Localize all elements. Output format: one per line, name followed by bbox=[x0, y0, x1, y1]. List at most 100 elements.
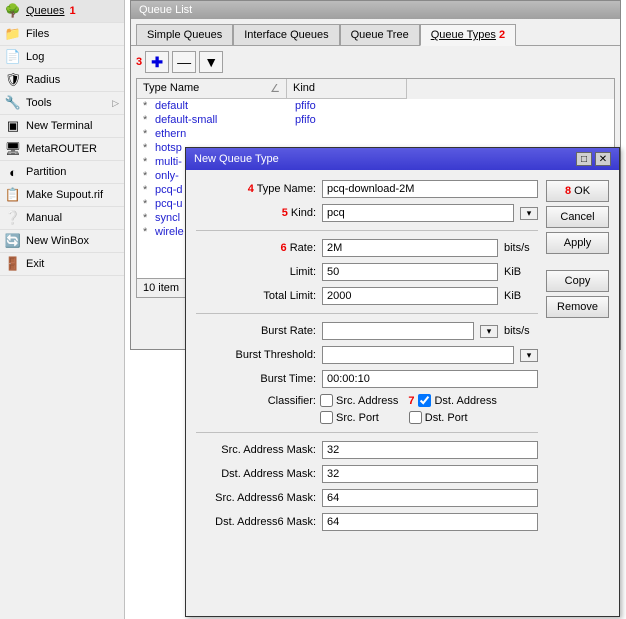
col-type-name[interactable]: Type Name∠ bbox=[137, 79, 287, 99]
help-icon: ❔ bbox=[5, 210, 21, 226]
table-row[interactable]: *defaultpfifo bbox=[137, 99, 614, 113]
dst6-mask-input[interactable] bbox=[322, 513, 538, 531]
src-mask-input[interactable] bbox=[322, 441, 538, 459]
plus-icon: ✚ bbox=[151, 54, 163, 71]
tab-interface-queues[interactable]: Interface Queues bbox=[233, 24, 339, 45]
table-row[interactable]: *default-smallpfifo bbox=[137, 113, 614, 127]
limit-unit: KiB bbox=[504, 266, 538, 278]
form: 4 Type Name: 5 Kind: ▾ 6 Rate: bits/s Li… bbox=[196, 180, 538, 537]
close-button[interactable]: ✕ bbox=[595, 152, 611, 166]
type-name-input[interactable] bbox=[322, 180, 538, 198]
dialog-titlebar[interactable]: New Queue Type □ ✕ bbox=[186, 148, 619, 170]
mark-4: 4 bbox=[248, 183, 254, 195]
tab-simple-queues[interactable]: Simple Queues bbox=[136, 24, 233, 45]
cancel-button[interactable]: Cancel bbox=[546, 206, 609, 228]
dst-mask-input[interactable] bbox=[322, 465, 538, 483]
sidebar-item-exit[interactable]: 🚪Exit bbox=[0, 253, 124, 276]
mark-6: 6 bbox=[281, 242, 287, 254]
sidebar-item-tools[interactable]: 🔧Tools▷ bbox=[0, 92, 124, 115]
limit-label: Limit: bbox=[196, 266, 316, 278]
dst6-mask-label: Dst. Address6 Mask: bbox=[196, 516, 316, 528]
wrench-icon: 🔧 bbox=[5, 95, 21, 111]
burst-threshold-label: Burst Threshold: bbox=[196, 349, 316, 361]
minimize-button[interactable]: □ bbox=[576, 152, 592, 166]
new-queue-type-dialog: New Queue Type □ ✕ 4 Type Name: 5 Kind: … bbox=[185, 147, 620, 617]
mark-8: 8 bbox=[565, 185, 571, 197]
copy-button[interactable]: Copy bbox=[546, 270, 609, 292]
burst-rate-label: Burst Rate: bbox=[196, 325, 316, 337]
sidebar-item-log[interactable]: 📄Log bbox=[0, 46, 124, 69]
classifier-dst-port[interactable]: Dst. Port bbox=[409, 411, 468, 424]
table-row[interactable]: *ethern bbox=[137, 127, 614, 141]
table-header: Type Name∠ Kind bbox=[137, 79, 614, 99]
burst-rate-dd[interactable]: ▾ bbox=[480, 325, 498, 338]
burst-threshold-input[interactable] bbox=[322, 346, 514, 364]
tree-icon: 🌳 bbox=[5, 3, 21, 19]
classifier-label: Classifier: bbox=[196, 395, 316, 407]
sidebar-item-supout[interactable]: 📋Make Supout.rif bbox=[0, 184, 124, 207]
burst-time-input[interactable] bbox=[322, 370, 538, 388]
window-title: Queue List bbox=[131, 1, 620, 19]
mark-1: 1 bbox=[70, 5, 76, 17]
apply-button[interactable]: Apply bbox=[546, 232, 609, 254]
refresh-icon: 🔄 bbox=[5, 233, 21, 249]
sidebar-item-new-terminal[interactable]: ▣New Terminal bbox=[0, 115, 124, 138]
kind-dropdown[interactable]: ▾ bbox=[520, 207, 538, 220]
classifier-src-port[interactable]: Src. Port bbox=[320, 411, 379, 424]
terminal-icon: ▣ bbox=[5, 118, 21, 134]
type-name-label: 4 Type Name: bbox=[196, 183, 316, 195]
limit-input[interactable] bbox=[322, 263, 498, 281]
filter-button[interactable]: ▼ bbox=[199, 51, 223, 73]
minus-icon: — bbox=[177, 54, 191, 70]
burst-threshold-dd[interactable]: ▾ bbox=[520, 349, 538, 362]
sidebar-item-label: Queues bbox=[26, 5, 65, 17]
mark-5: 5 bbox=[282, 207, 288, 219]
sidebar-item-radius[interactable]: 🛡Radius bbox=[0, 69, 124, 92]
tab-queue-tree[interactable]: Queue Tree bbox=[340, 24, 420, 45]
funnel-icon: ▼ bbox=[204, 54, 218, 70]
sidebar: 🌳 Queues 1 📁Files 📄Log 🛡Radius 🔧Tools▷ ▣… bbox=[0, 0, 125, 619]
pie-icon: ◐ bbox=[5, 164, 21, 180]
dialog-buttons: 8 OK Cancel Apply Copy Remove bbox=[546, 180, 609, 537]
sort-icon: ∠ bbox=[270, 82, 280, 95]
shield-icon: 🛡 bbox=[5, 72, 21, 88]
rate-input[interactable] bbox=[322, 239, 498, 257]
add-button[interactable]: ✚ bbox=[145, 51, 169, 73]
sidebar-item-metarouter[interactable]: 🖥MetaROUTER bbox=[0, 138, 124, 161]
dst-mask-label: Dst. Address Mask: bbox=[196, 468, 316, 480]
src6-mask-label: Src. Address6 Mask: bbox=[196, 492, 316, 504]
burst-time-label: Burst Time: bbox=[196, 373, 316, 385]
kind-label: 5 Kind: bbox=[196, 207, 316, 219]
sidebar-item-queues[interactable]: 🌳 Queues 1 bbox=[0, 0, 124, 23]
folder-icon: 📁 bbox=[5, 26, 21, 42]
tab-queue-types[interactable]: Queue Types 2 bbox=[420, 24, 516, 46]
sidebar-item-manual[interactable]: ❔Manual bbox=[0, 207, 124, 230]
src-mask-label: Src. Address Mask: bbox=[196, 444, 316, 456]
toolbar: 3 ✚ — ▼ bbox=[131, 45, 620, 78]
src6-mask-input[interactable] bbox=[322, 489, 538, 507]
ok-button[interactable]: 8 OK bbox=[546, 180, 609, 202]
clipboard-icon: 📋 bbox=[5, 187, 21, 203]
sidebar-item-partition[interactable]: ◐Partition bbox=[0, 161, 124, 184]
remove-dlg-button[interactable]: Remove bbox=[546, 296, 609, 318]
sidebar-item-new-winbox[interactable]: 🔄New WinBox bbox=[0, 230, 124, 253]
sidebar-item-files[interactable]: 📁Files bbox=[0, 23, 124, 46]
mark-3: 3 bbox=[136, 56, 142, 68]
total-limit-unit: KiB bbox=[504, 290, 538, 302]
remove-button[interactable]: — bbox=[172, 51, 196, 73]
computer-icon: 🖥 bbox=[5, 141, 21, 157]
classifier-dst-addr[interactable]: Dst. Address bbox=[418, 394, 496, 407]
log-icon: 📄 bbox=[5, 49, 21, 65]
burst-rate-input[interactable] bbox=[322, 322, 474, 340]
mark-7: 7 bbox=[408, 395, 414, 407]
kind-input[interactable] bbox=[322, 204, 514, 222]
classifier-src-addr[interactable]: Src. Address bbox=[320, 394, 398, 407]
burst-rate-unit: bits/s bbox=[504, 325, 538, 337]
rate-label: 6 Rate: bbox=[196, 242, 316, 254]
total-limit-label: Total Limit: bbox=[196, 290, 316, 302]
chevron-right-icon: ▷ bbox=[112, 98, 119, 109]
door-icon: 🚪 bbox=[5, 256, 21, 272]
total-limit-input[interactable] bbox=[322, 287, 498, 305]
col-kind[interactable]: Kind bbox=[287, 79, 407, 99]
mark-2: 2 bbox=[499, 29, 505, 41]
